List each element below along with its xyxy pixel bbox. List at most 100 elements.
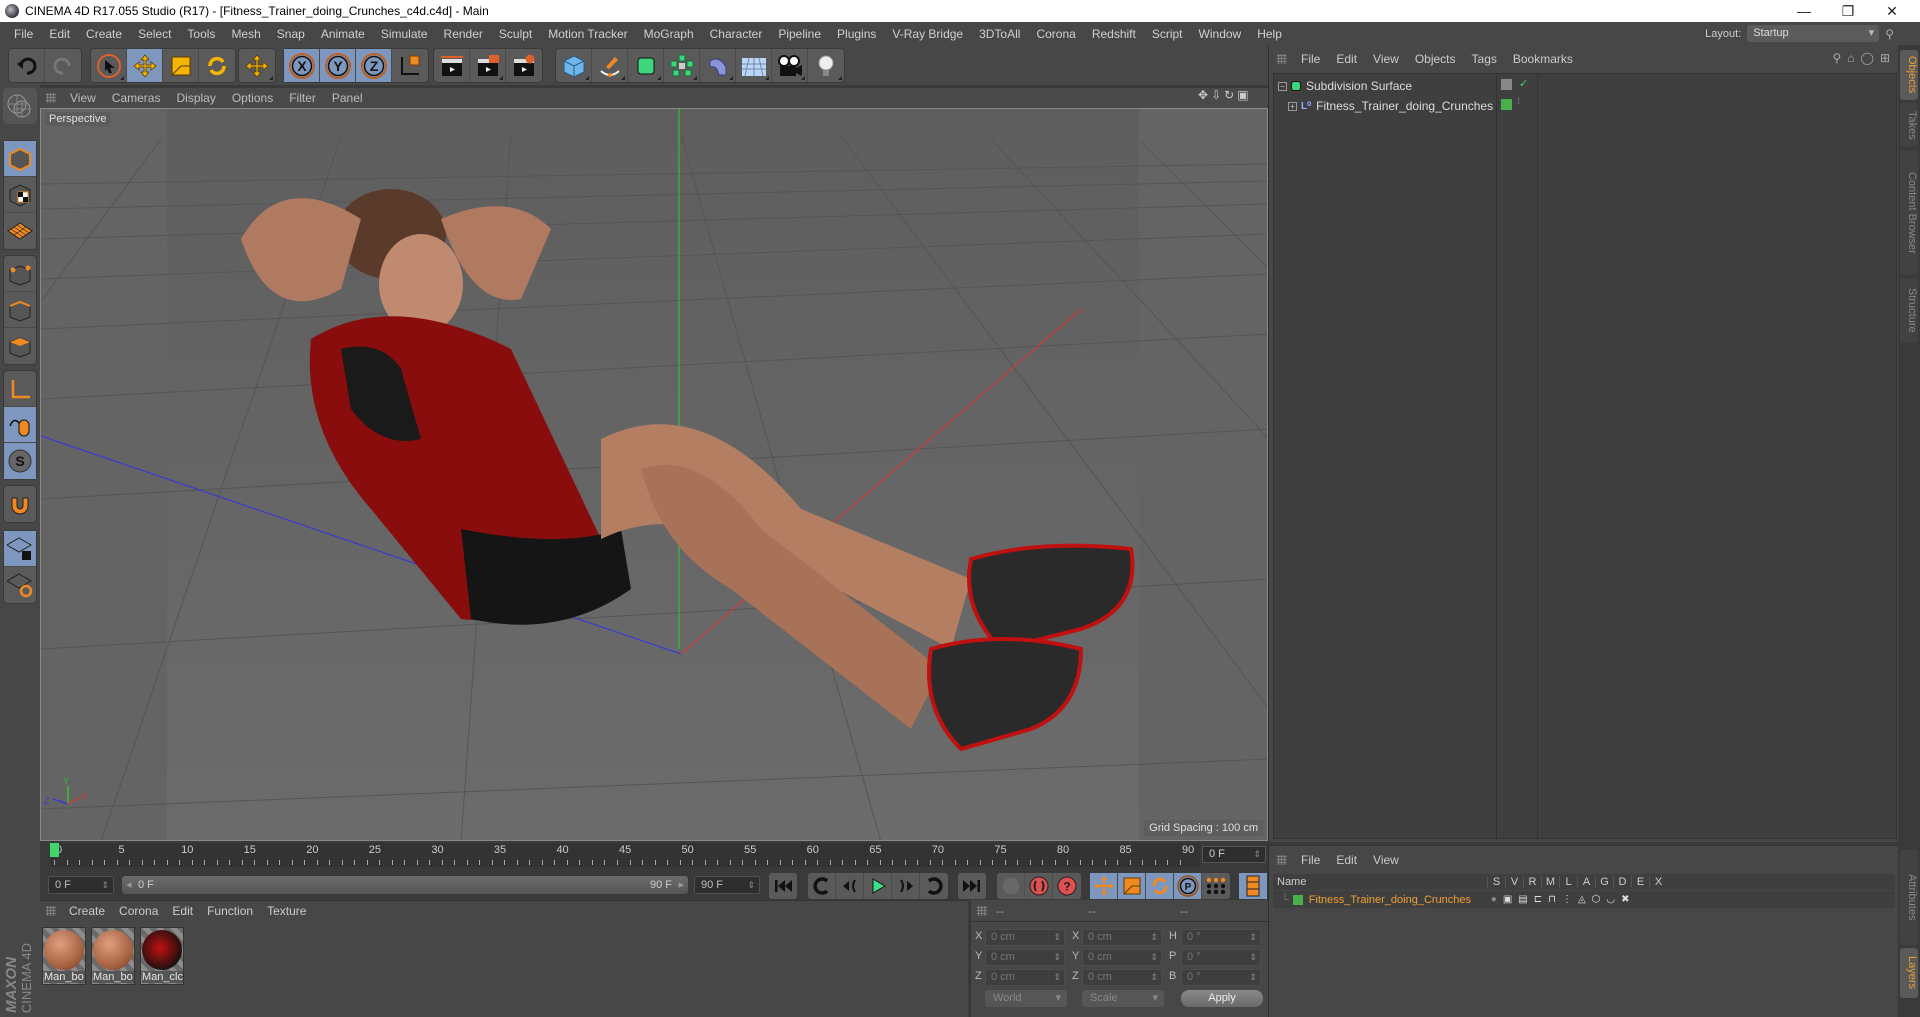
layer-column-g[interactable]: G xyxy=(1595,876,1613,888)
size-y-field[interactable]: 0 cm xyxy=(1082,949,1162,966)
tab-layers[interactable]: Layers xyxy=(1900,948,1918,998)
previous-key-icon[interactable] xyxy=(808,873,836,899)
pos-x-field[interactable]: 0 cm xyxy=(985,929,1065,946)
menu-mograph[interactable]: MoGraph xyxy=(636,27,702,41)
parameter-track-icon[interactable]: P xyxy=(1174,873,1202,899)
tab-attributes[interactable]: Attributes xyxy=(1900,850,1918,945)
layer-name[interactable]: Fitness_Trainer_doing_Crunches xyxy=(1309,894,1485,906)
rotate-view-icon[interactable]: ↻ xyxy=(1224,88,1234,102)
menu-select[interactable]: Select xyxy=(130,27,179,41)
manager-icon[interactable]: ⊏ xyxy=(1534,894,1542,905)
menu-edit[interactable]: Edit xyxy=(1328,853,1365,867)
menu-objects[interactable]: Objects xyxy=(1407,52,1464,66)
deformer-toggle-icon[interactable] xyxy=(1501,79,1512,90)
apply-button[interactable]: Apply xyxy=(1181,990,1263,1007)
coordinate-mode-dropdown[interactable]: World xyxy=(985,990,1067,1007)
object-row-fitness-trainer[interactable]: + L⁰ Fitness_Trainer_doing_Crunches xyxy=(1274,96,1496,116)
object-row-subdivision-surface[interactable]: − Subdivision Surface xyxy=(1274,76,1496,96)
cube-icon[interactable] xyxy=(556,49,592,82)
model-mode-icon[interactable] xyxy=(4,141,36,177)
menu-script[interactable]: Script xyxy=(1144,27,1191,41)
menu-tools[interactable]: Tools xyxy=(179,27,223,41)
3d-viewport[interactable]: Y Z X Perspective Grid Spacing : 100 cm xyxy=(40,108,1268,841)
auto-key-icon[interactable]: ? xyxy=(1053,873,1081,899)
tab-objects[interactable]: Objects xyxy=(1900,50,1918,100)
layer-column-name[interactable]: Name xyxy=(1273,876,1487,888)
render-view-icon[interactable] xyxy=(434,49,470,82)
polygons-mode-icon[interactable] xyxy=(4,328,36,364)
size-z-field[interactable]: 0 cm xyxy=(1082,969,1162,986)
go-to-end-icon[interactable] xyxy=(958,873,986,899)
menu-help[interactable]: Help xyxy=(1249,27,1290,41)
next-frame-icon[interactable] xyxy=(892,873,920,899)
size-x-field[interactable]: 0 cm xyxy=(1082,929,1162,946)
menu-create[interactable]: Create xyxy=(78,27,130,41)
menu-sculpt[interactable]: Sculpt xyxy=(491,27,540,41)
edit-render-settings-icon[interactable] xyxy=(506,49,542,82)
menu-motion-tracker[interactable]: Motion Tracker xyxy=(540,27,635,41)
menu-panel[interactable]: Panel xyxy=(324,91,371,105)
frame-range-slider[interactable]: ◂ 0 F 90 F ▸ xyxy=(122,876,688,894)
solo-icon[interactable]: ● xyxy=(1491,894,1497,905)
menu-edit[interactable]: Edit xyxy=(165,904,200,918)
z-axis-lock-icon[interactable]: Z xyxy=(356,49,392,82)
camera-icon[interactable] xyxy=(772,49,808,82)
go-to-start-icon[interactable] xyxy=(769,873,797,899)
animation-icon[interactable]: ⋮ xyxy=(1562,894,1572,905)
motion-record-icon[interactable] xyxy=(997,873,1025,899)
tab-takes[interactable]: Takes xyxy=(1900,103,1918,147)
visible-editor-icon[interactable]: ▣ xyxy=(1503,894,1512,905)
redo-icon[interactable] xyxy=(45,49,81,82)
render-icon[interactable]: ▤ xyxy=(1518,894,1527,905)
current-frame-field[interactable]: 0 F ⇕ xyxy=(1202,846,1266,863)
home-icon[interactable]: ⌂ xyxy=(1847,51,1854,65)
material-swatch[interactable]: Man_bo xyxy=(91,927,135,985)
tweak-mode-icon[interactable] xyxy=(4,407,36,443)
layer-column-m[interactable]: M xyxy=(1541,876,1559,888)
timeline-icon[interactable] xyxy=(1239,873,1267,899)
xref-icon[interactable]: ✖ xyxy=(1621,894,1629,905)
menu-mesh[interactable]: Mesh xyxy=(223,27,268,41)
menu-view[interactable]: View xyxy=(1365,853,1407,867)
camera-label[interactable]: Perspective xyxy=(45,112,111,126)
make-editable-icon[interactable] xyxy=(3,88,35,124)
edges-mode-icon[interactable] xyxy=(4,292,36,328)
cloner-icon[interactable] xyxy=(664,49,700,82)
layer-color-swatch[interactable] xyxy=(1292,894,1303,905)
pan-view-icon[interactable]: ✥ xyxy=(1198,88,1208,102)
menu-edit[interactable]: Edit xyxy=(41,27,78,41)
layer-column-v[interactable]: V xyxy=(1505,876,1523,888)
menu-create[interactable]: Create xyxy=(62,904,112,918)
minimize-button[interactable]: — xyxy=(1782,0,1826,22)
panel-grip[interactable] xyxy=(46,906,56,916)
tab-structure[interactable]: Structure xyxy=(1900,278,1918,343)
layer-column-e[interactable]: E xyxy=(1631,876,1649,888)
expressions-icon[interactable]: ◡ xyxy=(1606,894,1615,905)
undo-icon[interactable] xyxy=(9,49,45,82)
menu-character[interactable]: Character xyxy=(702,27,771,41)
tab-content-browser[interactable]: Content Browser xyxy=(1900,150,1918,275)
restore-button[interactable]: ❐ xyxy=(1826,0,1870,22)
range-left-arrow[interactable]: ◂ xyxy=(126,876,132,894)
menu-corona[interactable]: Corona xyxy=(1028,27,1083,41)
x-axis-lock-icon[interactable]: X xyxy=(284,49,320,82)
menu-view[interactable]: View xyxy=(62,91,104,105)
light-icon[interactable] xyxy=(808,49,844,82)
menu-pipeline[interactable]: Pipeline xyxy=(770,27,829,41)
layer-column-d[interactable]: D xyxy=(1613,876,1631,888)
new-view-icon[interactable]: ⊞ xyxy=(1880,51,1890,65)
search-icon[interactable]: ⚲ xyxy=(1832,51,1841,65)
subdivision-surface-icon[interactable] xyxy=(628,49,664,82)
menu-file[interactable]: File xyxy=(1293,52,1328,66)
panel-grip[interactable] xyxy=(1277,855,1287,865)
range-right-arrow[interactable]: ▸ xyxy=(678,876,684,894)
render-picture-viewer-icon[interactable] xyxy=(470,49,506,82)
points-mode-icon[interactable] xyxy=(4,256,36,292)
rot-b-field[interactable]: 0 ° xyxy=(1181,969,1261,986)
rotation-track-icon[interactable] xyxy=(1146,873,1174,899)
layer-column-x[interactable]: X xyxy=(1649,876,1667,888)
menu-window[interactable]: Window xyxy=(1191,27,1250,41)
menu-file[interactable]: File xyxy=(1293,853,1328,867)
menu-v-ray-bridge[interactable]: V-Ray Bridge xyxy=(884,27,971,41)
move-icon[interactable] xyxy=(127,49,163,82)
